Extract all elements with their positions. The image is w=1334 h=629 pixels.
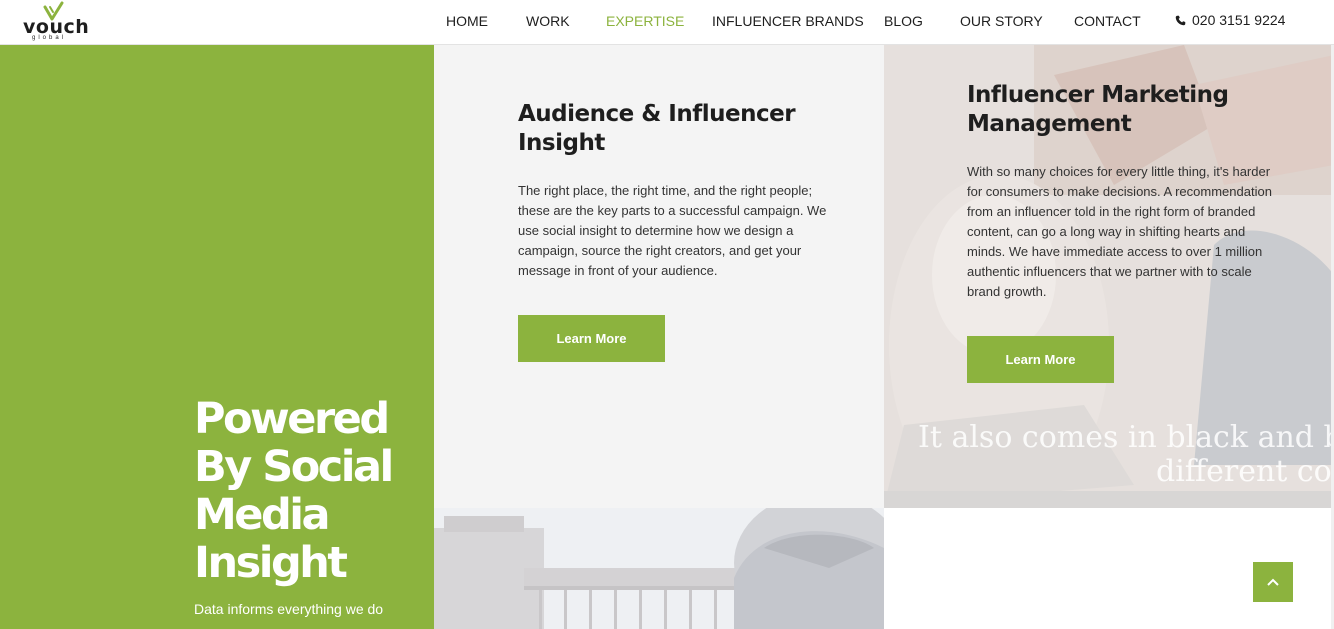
hero-panel: Powered By Social Media Insight Data inf…: [0, 45, 434, 629]
photo-caption-text: It also comes in black and b different c…: [918, 421, 1334, 489]
card-title: Audience & Influencer Insight: [518, 101, 796, 156]
card-body: The right place, the right time, and the…: [518, 183, 827, 278]
photo-bottom-strip: [884, 491, 1334, 508]
site-header: vouch global HOME WORK EXPERTISE INFLUEN…: [0, 0, 1334, 45]
hero-title: Powered By Social Media Insight: [194, 394, 394, 588]
learn-more-button[interactable]: Learn More: [967, 336, 1114, 383]
vouch-logo[interactable]: vouch global: [22, 0, 89, 44]
nav-contact[interactable]: CONTACT: [1074, 13, 1141, 29]
street-photo-image: [434, 508, 884, 629]
phone-icon: [1175, 15, 1186, 25]
photo-caption-line-1: It also comes in black and b: [918, 420, 1334, 455]
influencer-management-card: It also comes in black and b different c…: [884, 45, 1334, 508]
phone-number: 020 3151 9224: [1192, 12, 1286, 28]
audience-insight-card: Audience & Influencer Insight The right …: [434, 45, 884, 508]
chevron-up-icon: [1267, 578, 1279, 586]
phone-link[interactable]: 020 3151 9224: [1175, 12, 1285, 28]
nav-influencer-brands[interactable]: INFLUENCER BRANDS: [712, 13, 864, 29]
nav-blog[interactable]: BLOG: [884, 13, 923, 29]
nav-expertise[interactable]: EXPERTISE: [606, 13, 684, 29]
hero-subtitle: Data informs everything we do: [194, 601, 384, 617]
street-photo: [434, 508, 884, 629]
card-body: With so many choices for every little th…: [967, 164, 1272, 299]
logo-subtitle: global: [32, 35, 67, 41]
learn-more-button[interactable]: Learn More: [518, 315, 665, 362]
nav-work[interactable]: WORK: [526, 13, 570, 29]
photo-caption-line-2: different col: [1156, 454, 1334, 489]
nav-home[interactable]: HOME: [446, 13, 488, 29]
card-title: Influencer Marketing Management: [967, 82, 1229, 137]
back-to-top-button[interactable]: [1253, 562, 1293, 602]
nav-our-story[interactable]: OUR STORY: [960, 13, 1043, 29]
